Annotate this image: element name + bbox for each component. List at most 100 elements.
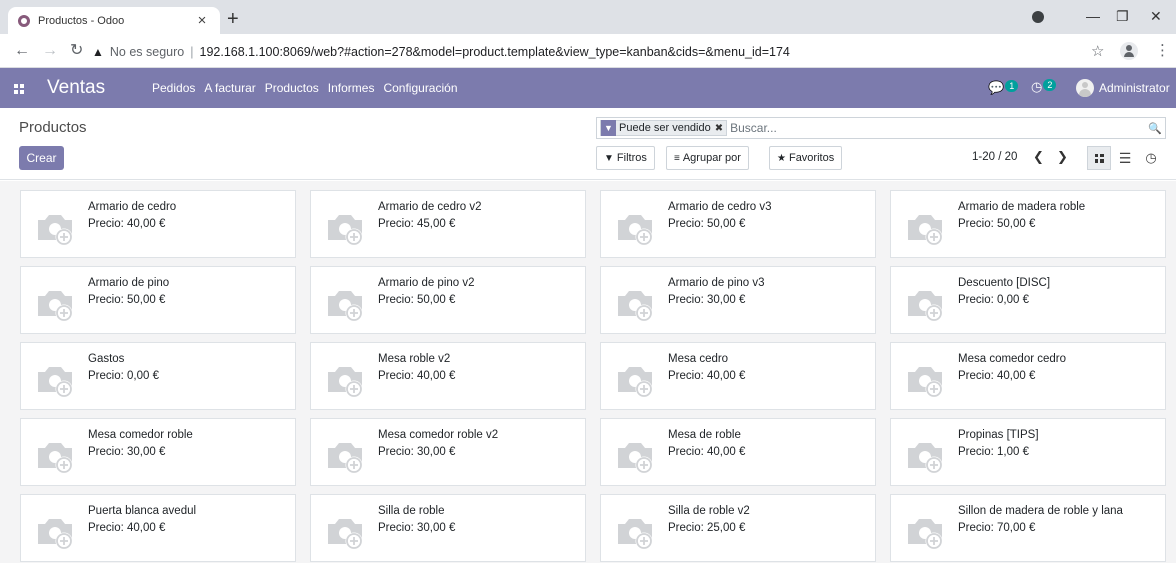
product-card[interactable]: Armario de pino Precio: 50,00 € [20,266,296,334]
restore-icon[interactable]: ❐ [1116,8,1129,24]
filter-icon: ▼ [604,152,614,164]
product-card[interactable]: Armario de pino v3 Precio: 30,00 € [600,266,876,334]
back-icon[interactable]: ← [14,42,30,60]
not-secure-label: No es seguro [109,45,185,59]
product-name: Mesa cedro [668,353,729,365]
product-card[interactable]: Mesa comedor roble Precio: 30,00 € [20,418,296,486]
product-card[interactable]: Silla de roble Precio: 30,00 € [310,494,586,562]
menu-informes[interactable]: Informes [328,81,375,95]
product-name: Armario de cedro v3 [668,201,772,213]
menu-productos[interactable]: Productos [265,81,319,95]
browser-toolbar: ← → ↻ ▲ No es seguro | 192.168.1.100:806… [0,34,1176,68]
product-price: Precio: 40,00 € [88,522,166,534]
menu-configuracion[interactable]: Configuración [383,81,457,95]
reload-icon[interactable]: ↻ [70,42,83,60]
camera-placeholder-icon [614,360,656,398]
activity-clock-icon[interactable]: ◷ 2 [1031,79,1057,95]
pager-previous-icon[interactable]: ❮ [1033,149,1044,165]
user-name: Administrator [1099,81,1170,95]
product-price: Precio: 45,00 € [378,218,456,230]
browser-profile-icon[interactable] [1032,11,1044,23]
camera-placeholder-icon [904,436,946,474]
product-name: Armario de pino v2 [378,277,475,289]
forward-icon[interactable]: → [42,42,58,60]
product-name: Descuento [DISC] [958,277,1051,289]
messaging-icon[interactable]: 💬 1 [988,80,1019,96]
product-name: Mesa comedor cedro [958,353,1067,365]
product-price: Precio: 1,00 € [958,446,1029,458]
account-icon[interactable] [1120,42,1138,60]
product-card[interactable]: Silla de roble v2 Precio: 25,00 € [600,494,876,562]
user-menu[interactable]: Administrator [1076,79,1170,97]
window-close-icon[interactable]: ✕ [1150,8,1162,24]
camera-placeholder-icon [904,512,946,550]
product-price: Precio: 30,00 € [88,446,166,458]
url-separator: | [190,45,194,59]
product-price: Precio: 40,00 € [668,446,746,458]
product-name: Armario de pino [88,277,170,289]
menu-pedidos[interactable]: Pedidos [152,81,195,95]
pager-value[interactable]: 1-20 / 20 [972,151,1017,163]
camera-placeholder-icon [904,360,946,398]
groupby-label: Agrupar por [682,152,741,164]
odoo-navbar: Ventas Pedidos A facturar Productos Info… [0,68,1176,108]
product-card[interactable]: Mesa comedor roble v2 Precio: 30,00 € [310,418,586,486]
camera-placeholder-icon [904,284,946,322]
product-card[interactable]: Armario de madera roble Precio: 50,00 € [890,190,1166,258]
search-input[interactable] [730,121,1148,135]
facet-remove-icon[interactable]: ✖ [714,123,726,134]
product-card[interactable]: Armario de cedro Precio: 40,00 € [20,190,296,258]
product-name: Mesa roble v2 [378,353,451,365]
tab-title: Productos - Odoo [38,14,125,27]
new-tab-icon[interactable]: + [227,9,239,29]
camera-placeholder-icon [904,208,946,246]
camera-placeholder-icon [34,436,76,474]
favorites-button[interactable]: ★ Favoritos [769,146,843,170]
filters-label: Filtros [616,152,647,164]
product-card[interactable]: Gastos Precio: 0,00 € [20,342,296,410]
product-price: Precio: 50,00 € [958,218,1036,230]
product-card[interactable]: Mesa comedor cedro Precio: 40,00 € [890,342,1166,410]
camera-placeholder-icon [614,208,656,246]
avatar [1076,79,1094,97]
create-button[interactable]: Crear [19,146,64,170]
product-card[interactable]: Mesa de roble Precio: 40,00 € [600,418,876,486]
apps-menu-icon[interactable] [14,84,24,94]
product-card[interactable]: Puerta blanca avedul Precio: 40,00 € [20,494,296,562]
product-name: Puerta blanca avedul [88,505,197,517]
minimize-icon[interactable]: — [1086,8,1100,24]
product-card[interactable]: Mesa cedro Precio: 40,00 € [600,342,876,410]
product-card[interactable]: Propinas [TIPS] Precio: 1,00 € [890,418,1166,486]
search-facet: ▼ Puede ser vendido ✖ [600,120,728,136]
breadcrumb: Productos [19,119,87,136]
filters-button[interactable]: ▼ Filtros [596,146,655,170]
camera-placeholder-icon [34,284,76,322]
product-card[interactable]: Armario de cedro v3 Precio: 50,00 € [600,190,876,258]
product-name: Mesa comedor roble v2 [378,429,499,441]
browser-menu-icon[interactable]: ⋮ [1155,41,1170,59]
bookmark-star-icon[interactable]: ☆ [1091,42,1104,60]
product-price: Precio: 50,00 € [88,294,166,306]
product-card[interactable]: Sillon de madera de roble y lana Precio: … [890,494,1166,562]
product-card[interactable]: Descuento [DISC] Precio: 0,00 € [890,266,1166,334]
browser-tab[interactable]: Productos - Odoo × [8,7,220,34]
address-bar[interactable]: ▲ No es seguro | 192.168.1.100:8069/web?… [92,40,1110,64]
pager-next-icon[interactable]: ❯ [1057,149,1068,165]
product-name: Armario de madera roble [958,201,1086,213]
app-name[interactable]: Ventas [47,77,105,99]
camera-placeholder-icon [324,208,366,246]
groupby-button[interactable]: ≡ Agrupar por [666,146,749,170]
list-view-icon[interactable]: ☰ [1113,146,1137,170]
kanban-view-icon[interactable] [1087,146,1111,170]
product-price: Precio: 40,00 € [378,370,456,382]
product-card[interactable]: Mesa roble v2 Precio: 40,00 € [310,342,586,410]
product-name: Armario de cedro v2 [378,201,482,213]
camera-placeholder-icon [34,360,76,398]
url-text: 192.168.1.100:8069/web?#action=278&model… [199,45,790,59]
tab-close-icon[interactable]: × [194,13,210,28]
menu-a-facturar[interactable]: A facturar [204,81,255,95]
product-card[interactable]: Armario de pino v2 Precio: 50,00 € [310,266,586,334]
activity-view-icon[interactable]: ◷ [1139,146,1163,170]
search-icon[interactable]: 🔍 [1148,122,1162,135]
product-card[interactable]: Armario de cedro v2 Precio: 45,00 € [310,190,586,258]
